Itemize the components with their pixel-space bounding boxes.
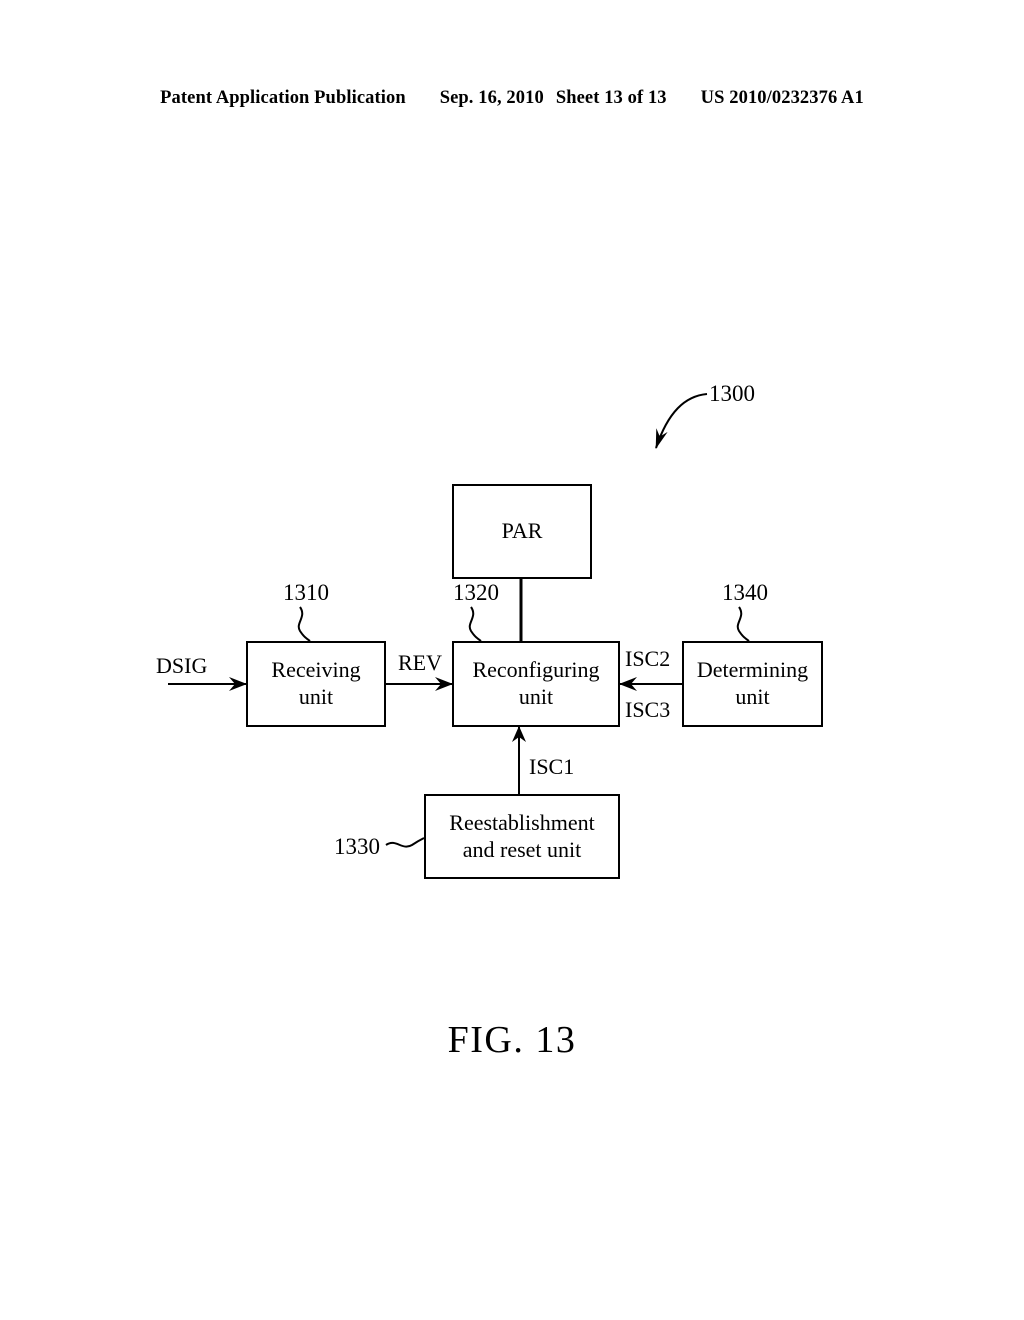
figure-diagram: PAR Receiving unit Reconfiguring unit De… xyxy=(0,0,1024,1320)
signal-label-dsig: DSIG xyxy=(156,653,208,678)
reference-numeral-1310: 1310 xyxy=(283,580,329,605)
system-reference-leader xyxy=(655,393,708,449)
leader-1330 xyxy=(385,837,425,848)
reference-numeral-1320: 1320 xyxy=(453,580,499,605)
leader-1320 xyxy=(468,606,482,642)
block-par-label: PAR xyxy=(501,518,543,544)
signal-label-rev: REV xyxy=(398,650,442,675)
block-par: PAR xyxy=(452,484,592,579)
block-determining-unit: Determining unit xyxy=(682,641,823,727)
block-reestablish-label-line1: Reestablishment xyxy=(449,809,595,835)
block-receiving-label-line2: unit xyxy=(298,684,334,709)
leader-1310 xyxy=(297,606,311,642)
block-receiving-label-line1: Receiving xyxy=(271,657,361,683)
block-reestablishment-and-reset-unit: Reestablishment and reset unit xyxy=(424,794,620,879)
block-reestablish-label-line2: and reset unit xyxy=(462,836,582,862)
block-reconfiguring-label-line2: unit xyxy=(518,684,554,709)
reference-numeral-1340: 1340 xyxy=(722,580,768,605)
figure-caption: FIG. 13 xyxy=(447,1019,577,1061)
signal-label-isc2: ISC2 xyxy=(625,646,671,671)
reference-numeral-1330: 1330 xyxy=(334,834,380,859)
block-determining-label-line2: unit xyxy=(735,684,770,709)
signal-label-isc3: ISC3 xyxy=(625,697,671,722)
signal-label-isc1: ISC1 xyxy=(529,754,575,779)
block-receiving-unit: Receiving unit xyxy=(246,641,386,727)
leader-1340 xyxy=(736,606,750,642)
block-determining-label-line1: Determining xyxy=(696,657,809,683)
block-reconfiguring-unit: Reconfiguring unit xyxy=(452,641,620,727)
reference-numeral-1300: 1300 xyxy=(709,381,755,406)
block-reconfiguring-label-line1: Reconfiguring xyxy=(472,657,600,683)
